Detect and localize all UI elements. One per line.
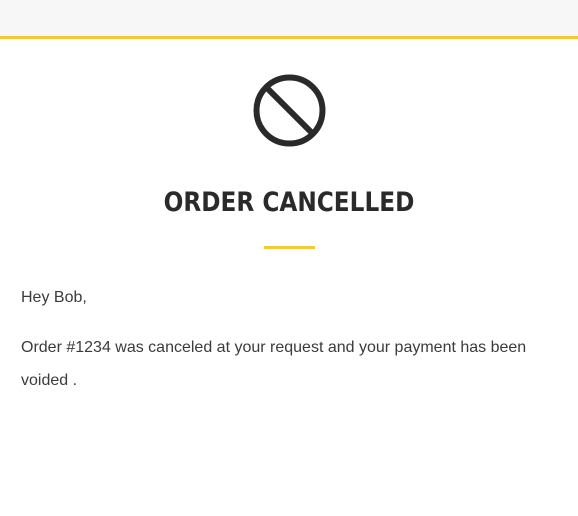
page-title: ORDER CANCELLED xyxy=(163,187,415,218)
cancellation-message: Order #1234 was canceled at your request… xyxy=(21,339,527,389)
title-divider xyxy=(264,246,315,249)
greeting-text: Hey Bob, xyxy=(21,289,87,306)
cancel-icon xyxy=(252,73,327,148)
email-header-bar xyxy=(0,0,578,39)
